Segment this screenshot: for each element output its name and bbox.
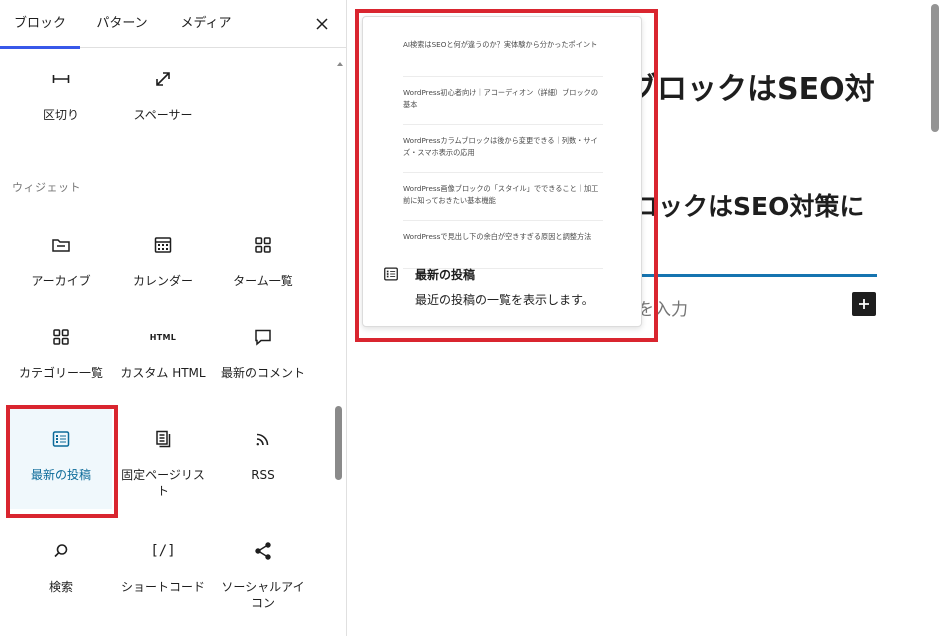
block-rss[interactable]: RSS xyxy=(212,409,314,509)
block-calendar[interactable]: カレンダー xyxy=(112,215,214,315)
shortcode-icon: [/] xyxy=(150,543,176,559)
search-icon xyxy=(54,544,68,558)
block-shortcode[interactable]: [/] ショートコード xyxy=(112,521,214,621)
spacer-icon xyxy=(156,72,170,86)
comment-icon xyxy=(255,329,271,346)
caret-up-icon xyxy=(337,62,343,66)
block-categories[interactable]: カテゴリー一覧 xyxy=(10,307,112,407)
block-page-list[interactable]: 固定ページリスト xyxy=(112,409,214,509)
close-button[interactable] xyxy=(306,8,338,40)
block-search[interactable]: 検索 xyxy=(10,521,112,621)
rss-icon xyxy=(256,433,269,446)
block-label: カレンダー xyxy=(132,274,193,288)
term-list-icon xyxy=(255,237,271,253)
block-label: ターム一覧 xyxy=(233,274,293,288)
block-label: アーカイブ xyxy=(31,274,91,288)
highlight-box-preview xyxy=(355,9,658,342)
block-term-list[interactable]: ターム一覧 xyxy=(212,215,314,315)
block-social-icons[interactable]: ソーシャルアイコン xyxy=(212,521,314,621)
section-widgets-label: ウィジェット xyxy=(12,181,81,194)
block-spacer[interactable]: スペーサー xyxy=(112,49,214,149)
scroll-up-arrow[interactable] xyxy=(335,54,345,66)
block-label: スペーサー xyxy=(133,108,193,122)
block-separator[interactable]: 区切り xyxy=(10,49,112,149)
block-archive[interactable]: アーカイブ xyxy=(10,215,112,315)
post-heading-2[interactable]: ロックはSEO対策に xyxy=(633,187,864,223)
block-inserter-panel: ブロック パターン メディア 区切り スペーサー ウィジェット アーカイブ カレ… xyxy=(0,0,347,636)
plus-icon xyxy=(859,299,869,309)
share-icon xyxy=(255,542,271,560)
block-list: 区切り スペーサー ウィジェット アーカイブ カレンダー ターム一覧 カテゴリー… xyxy=(0,49,334,636)
highlight-box-latest-posts xyxy=(6,405,118,518)
tab-patterns[interactable]: パターン xyxy=(84,0,160,48)
block-label: ソーシャルアイコン xyxy=(221,580,305,610)
separator-icon xyxy=(52,75,70,83)
separator-line xyxy=(637,274,877,277)
block-label: 検索 xyxy=(48,580,73,594)
scrollbar-thumb[interactable] xyxy=(335,406,342,480)
calendar-icon xyxy=(154,237,172,253)
block-label: カスタム HTML xyxy=(120,366,206,380)
post-heading-1[interactable]: ブロックはSEO対 xyxy=(627,64,875,108)
block-label: 区切り xyxy=(42,108,79,122)
archive-icon xyxy=(52,239,70,252)
block-label: ショートコード xyxy=(120,580,205,594)
block-label: 固定ページリスト xyxy=(121,468,205,498)
page-list-icon xyxy=(156,430,171,448)
tab-blocks[interactable]: ブロック xyxy=(0,0,80,49)
block-label: 最新のコメント xyxy=(220,366,305,380)
block-label: RSS xyxy=(251,468,275,482)
html-icon: HTML xyxy=(149,332,177,342)
canvas-scrollbar-thumb[interactable] xyxy=(931,4,939,132)
add-block-button[interactable] xyxy=(852,292,876,316)
block-label: カテゴリー一覧 xyxy=(18,366,103,380)
block-custom-html[interactable]: HTML カスタム HTML xyxy=(112,307,214,407)
block-latest-comments[interactable]: 最新のコメント xyxy=(212,307,314,407)
inserter-tabs: ブロック パターン メディア xyxy=(0,0,346,49)
close-icon xyxy=(316,18,328,30)
tab-media[interactable]: メディア xyxy=(168,0,244,48)
categories-icon xyxy=(53,329,69,345)
